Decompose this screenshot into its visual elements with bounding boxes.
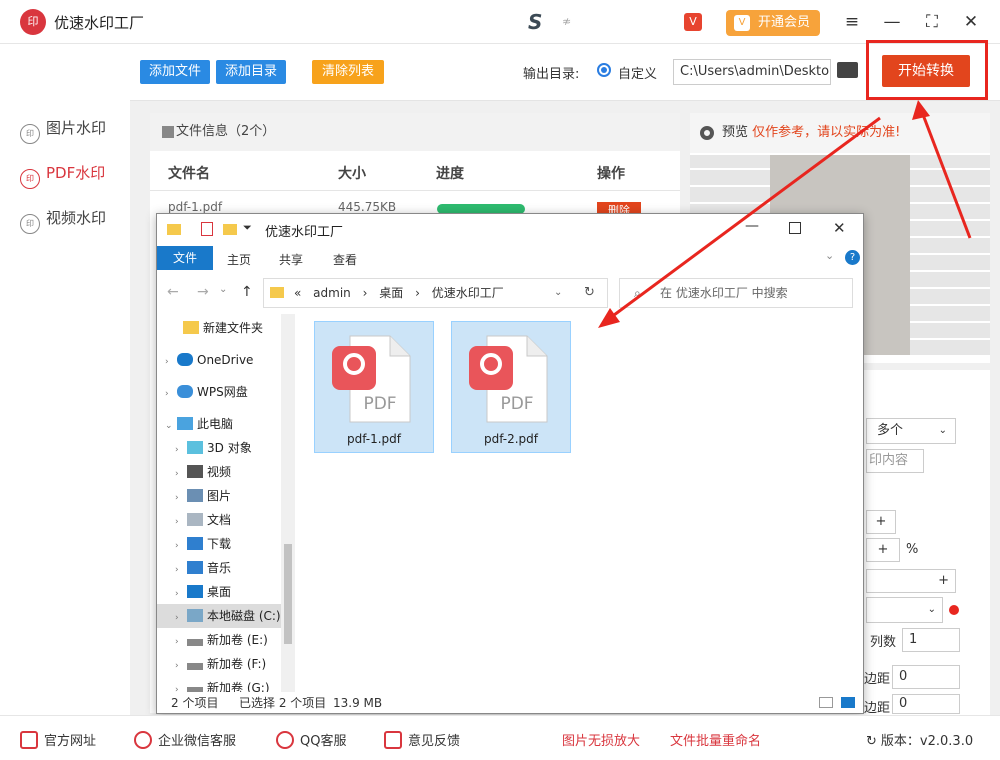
refresh-icon: ↻ — [866, 734, 877, 749]
arrow-line — [609, 116, 881, 320]
official-site-link[interactable]: 官方网址 — [20, 730, 96, 749]
qq-icon — [276, 731, 294, 749]
arrow-line — [920, 111, 972, 239]
annotation-arrows — [598, 100, 972, 328]
batch-rename-link[interactable]: 文件批量重命名 — [670, 730, 761, 749]
feedback-icon — [384, 731, 402, 749]
version-info: ↻ 版本：v2.0.3.0 — [866, 734, 974, 749]
website-icon — [20, 731, 38, 749]
qq-support-link[interactable]: QQ客服 — [276, 730, 346, 749]
image-upscale-link[interactable]: 图片无损放大 — [562, 730, 640, 749]
arrow-head — [598, 308, 620, 328]
feedback-link[interactable]: 意见反馈 — [384, 730, 460, 749]
arrow-head — [912, 100, 930, 120]
bottom-bar: 官方网址 企业微信客服 QQ客服 意见反馈 图片无损放大 文件批量重命名 ↻ 版本… — [0, 715, 1000, 760]
wechat-icon — [134, 731, 152, 749]
wechat-support-link[interactable]: 企业微信客服 — [134, 730, 236, 749]
